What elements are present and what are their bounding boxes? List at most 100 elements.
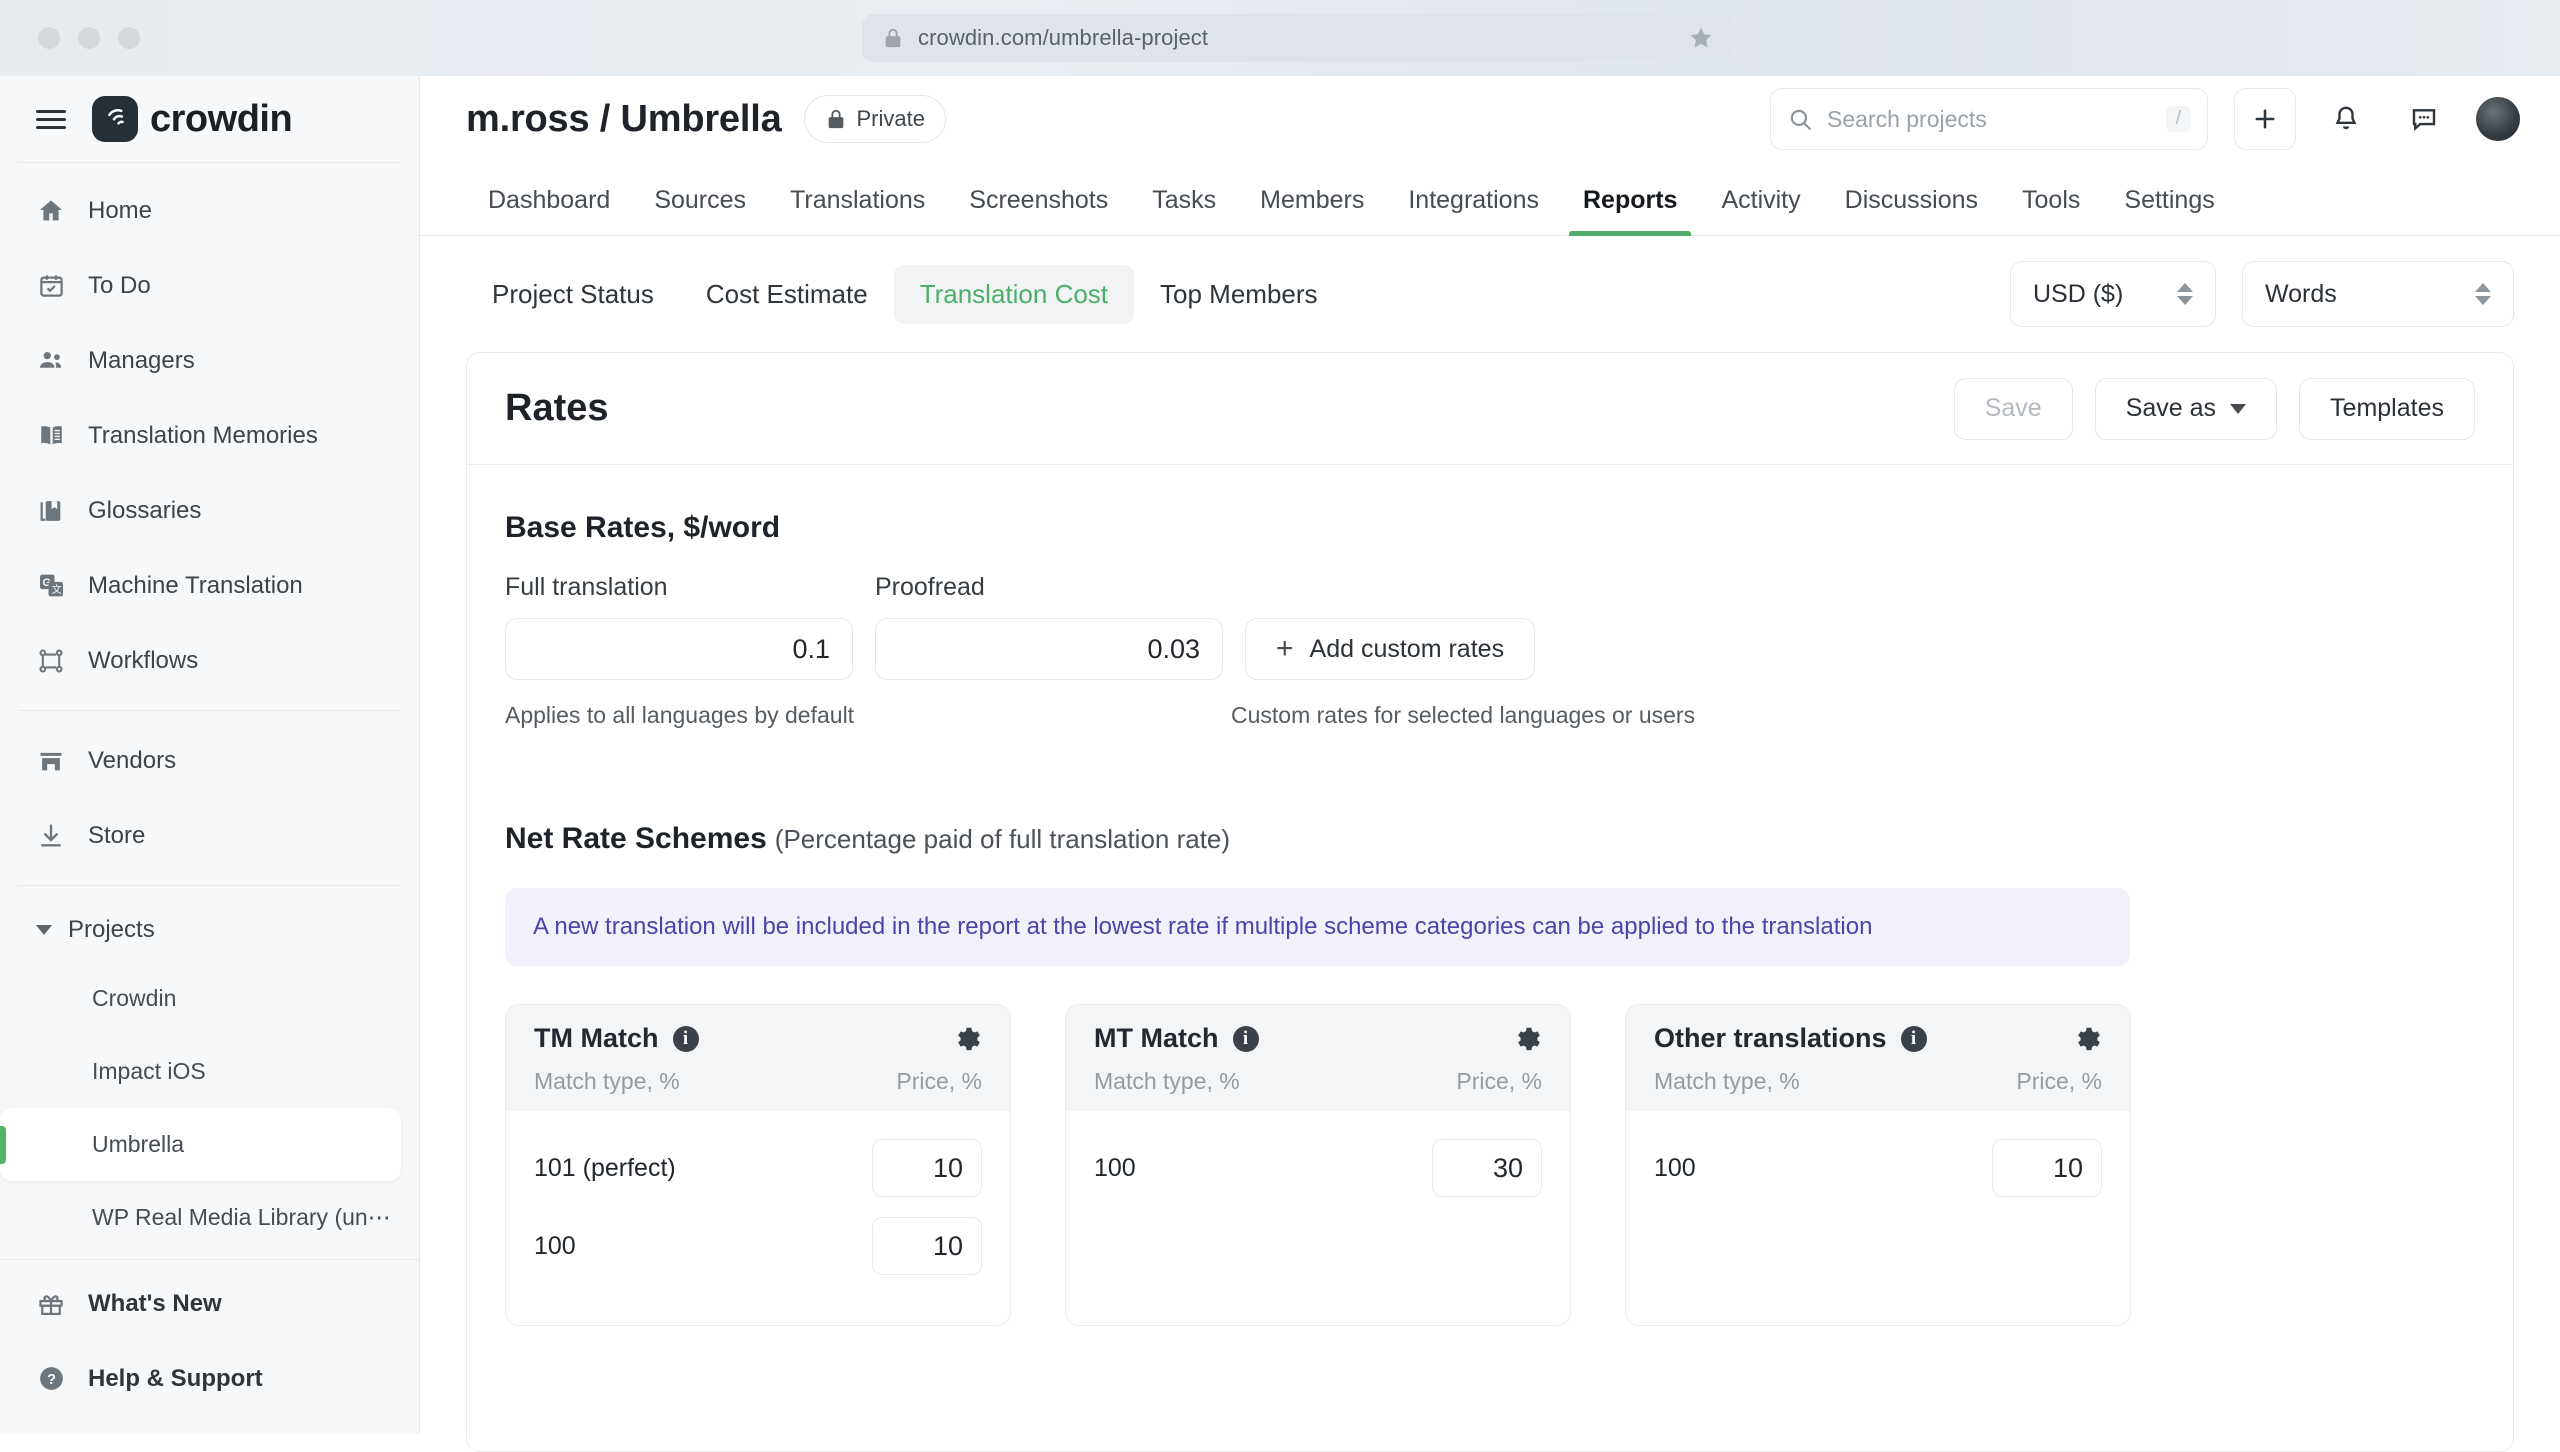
- price-input[interactable]: 10: [872, 1139, 982, 1197]
- base-rates-hint-right: Custom rates for selected languages or u…: [1231, 702, 1696, 728]
- sidebar-item-machine-translation[interactable]: G 文 Machine Translation: [0, 548, 419, 623]
- price-input[interactable]: 10: [1992, 1139, 2102, 1197]
- subtab-translation-cost[interactable]: Translation Cost: [893, 264, 1135, 324]
- tab-dashboard[interactable]: Dashboard: [466, 186, 632, 235]
- sidebar-item-glossaries[interactable]: Glossaries: [0, 473, 419, 548]
- rates-panel: Rates Save Save as Templates Base Rates,…: [466, 352, 2514, 1452]
- gift-icon: [36, 1289, 66, 1319]
- sidebar-item-managers[interactable]: Managers: [0, 323, 419, 398]
- sidebar-item-project-impact-ios[interactable]: Impact iOS: [0, 1035, 401, 1108]
- translate-icon: G 文: [36, 571, 66, 601]
- sidebar-item-label: Machine Translation: [88, 571, 303, 599]
- tab-label: Members: [1260, 186, 1365, 214]
- tab-settings[interactable]: Settings: [2102, 186, 2236, 235]
- search-projects-box[interactable]: Search projects /: [1770, 88, 2208, 150]
- sidebar-item-home[interactable]: Home: [0, 173, 419, 248]
- window-traffic-lights[interactable]: [38, 27, 140, 49]
- crowdin-logo[interactable]: crowdin: [92, 96, 293, 142]
- price-input[interactable]: 10: [872, 1217, 982, 1275]
- lock-icon: [828, 109, 843, 129]
- sidebar-item-project-crowdin[interactable]: Crowdin: [0, 962, 401, 1035]
- tab-screenshots[interactable]: Screenshots: [947, 186, 1130, 235]
- search-input[interactable]: Search projects: [1827, 106, 2152, 133]
- info-icon[interactable]: i: [1232, 1025, 1259, 1052]
- save-label: Save: [1984, 394, 2042, 422]
- column-header-match-type: Match type, %: [534, 1068, 680, 1094]
- base-rates-hints: Applies to all languages by default Cust…: [505, 702, 2475, 736]
- info-icon[interactable]: i: [672, 1025, 699, 1052]
- gear-icon[interactable]: [2072, 1024, 2102, 1054]
- close-window-button[interactable]: [38, 27, 60, 49]
- sidebar-divider: [18, 885, 401, 886]
- gear-icon[interactable]: [1512, 1024, 1542, 1054]
- tab-discussions[interactable]: Discussions: [1823, 186, 2000, 235]
- tab-tools[interactable]: Tools: [2000, 186, 2102, 235]
- projects-group-toggle[interactable]: Projects: [0, 898, 419, 962]
- scheme-card-tm-match: TM Match i Match type, % Price, % 101 (p…: [505, 1004, 1011, 1326]
- status-badge-visibility[interactable]: Private: [803, 95, 946, 143]
- tab-label: Tasks: [1152, 186, 1217, 214]
- gear-icon[interactable]: [952, 1024, 982, 1054]
- project-label: WP Real Media Library (un⋯: [92, 1204, 391, 1230]
- subtab-top-members[interactable]: Top Members: [1134, 265, 1344, 324]
- table-row: 101 (perfect) 10: [534, 1129, 982, 1207]
- card-title: Other translations: [1654, 1023, 1887, 1053]
- avatar[interactable]: [2476, 97, 2520, 141]
- updown-chevron-icon: [2475, 283, 2491, 305]
- save-as-button[interactable]: Save as: [2094, 377, 2278, 440]
- subtab-label: Top Members: [1160, 278, 1318, 309]
- add-custom-rates-button[interactable]: + Add custom rates: [1245, 618, 1536, 680]
- tab-translations[interactable]: Translations: [768, 186, 947, 235]
- sidebar-item-workflows[interactable]: Workflows: [0, 623, 419, 698]
- templates-label: Templates: [2330, 394, 2444, 422]
- proofread-input[interactable]: 0.03: [875, 618, 1223, 680]
- tab-integrations[interactable]: Integrations: [1386, 186, 1561, 235]
- subtab-cost-estimate[interactable]: Cost Estimate: [680, 265, 894, 324]
- bookmark-star-icon[interactable]: [1688, 25, 1714, 51]
- tab-tasks[interactable]: Tasks: [1130, 186, 1238, 235]
- info-banner: A new translation will be included in th…: [505, 888, 2130, 966]
- card-body: 100 10: [1626, 1111, 2130, 1323]
- info-icon[interactable]: i: [1900, 1025, 1927, 1052]
- messages-button[interactable]: [2396, 91, 2452, 147]
- hamburger-icon[interactable]: [36, 109, 66, 129]
- sidebar-item-store[interactable]: Store: [0, 798, 419, 873]
- maximize-window-button[interactable]: [118, 27, 140, 49]
- add-project-button[interactable]: [2234, 88, 2296, 150]
- sidebar-item-project-umbrella[interactable]: Umbrella: [0, 1108, 401, 1181]
- templates-button[interactable]: Templates: [2299, 377, 2475, 440]
- rates-panel-body: Base Rates, $/word Full translation 0.1 …: [467, 465, 2513, 1326]
- subtab-project-status[interactable]: Project Status: [466, 265, 680, 324]
- sidebar-item-project-raven-app[interactable]: Raven App: [0, 1254, 401, 1259]
- project-tabs: Dashboard Sources Translations Screensho…: [420, 162, 2560, 236]
- card-header: TM Match i Match type, % Price, %: [506, 1005, 1010, 1111]
- currency-select[interactable]: USD ($): [2010, 261, 2216, 327]
- lock-icon: [885, 28, 901, 48]
- project-label: Impact iOS: [92, 1058, 206, 1084]
- tab-sources[interactable]: Sources: [632, 186, 768, 235]
- subtab-label: Translation Cost: [919, 278, 1109, 309]
- minimize-window-button[interactable]: [78, 27, 100, 49]
- sidebar-item-help-support[interactable]: ? Help & Support: [0, 1341, 419, 1416]
- price-input[interactable]: 30: [1432, 1139, 1542, 1197]
- sidebar-item-translation-memories[interactable]: Translation Memories: [0, 398, 419, 473]
- unit-select[interactable]: Words: [2242, 261, 2514, 327]
- question-circle-icon: ?: [36, 1364, 66, 1394]
- tab-members[interactable]: Members: [1238, 186, 1386, 235]
- save-button[interactable]: Save: [1953, 377, 2073, 440]
- base-rates-title: Base Rates, $/word: [505, 511, 2475, 545]
- sidebar-item-vendors[interactable]: Vendors: [0, 723, 419, 798]
- sidebar-item-label: Glossaries: [88, 496, 202, 524]
- card-body: 100 30: [1066, 1111, 1570, 1323]
- sidebar-item-label: Managers: [88, 346, 195, 374]
- full-translation-input[interactable]: 0.1: [505, 618, 853, 680]
- tab-activity[interactable]: Activity: [1699, 186, 1822, 235]
- sidebar-item-project-wp-real-media-library[interactable]: WP Real Media Library (un⋯: [0, 1181, 401, 1254]
- tab-reports[interactable]: Reports: [1561, 186, 1699, 236]
- project-label: Umbrella: [92, 1131, 185, 1157]
- sidebar-item-todo[interactable]: To Do: [0, 248, 419, 323]
- notifications-button[interactable]: [2318, 91, 2374, 147]
- chat-bubble-icon: [2412, 109, 2436, 131]
- browser-url-bar[interactable]: crowdin.com/umbrella-project: [862, 14, 1734, 62]
- sidebar-item-whats-new[interactable]: What's New: [0, 1266, 419, 1341]
